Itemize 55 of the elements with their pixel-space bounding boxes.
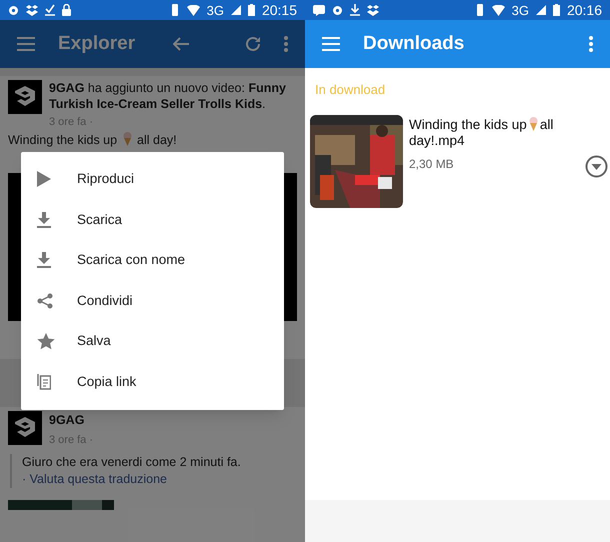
vibrate-icon <box>170 4 180 16</box>
battery-icon <box>248 4 255 16</box>
wifi-icon <box>492 4 505 16</box>
play-icon <box>37 171 51 188</box>
check-icon <box>45 4 55 16</box>
post-text: Giuro che era venerdi come 2 minuti fa. <box>22 454 242 472</box>
share-icon <box>37 292 53 309</box>
menu-item[interactable]: Copia link <box>21 362 284 402</box>
menu-item[interactable]: Condividi <box>21 280 284 321</box>
menu-icon <box>322 37 340 51</box>
box-icon <box>367 4 379 16</box>
box-icon <box>26 4 38 16</box>
section-header: In download <box>315 82 386 97</box>
refresh-button[interactable] <box>245 36 261 52</box>
logo-icon <box>15 86 35 108</box>
logo-icon <box>15 417 35 439</box>
menu-item[interactable]: Scarica <box>21 200 284 240</box>
gear-icon <box>332 4 343 16</box>
network-label: 3G <box>206 4 224 16</box>
ice-cream-icon <box>528 117 538 131</box>
signal-icon <box>230 5 241 15</box>
app-title: Explorer <box>58 32 136 56</box>
app-title: Downloads <box>363 32 466 56</box>
network-label: 3G <box>512 4 529 16</box>
file-name: Winding the kids up all day!.mp4 <box>409 117 554 149</box>
download-icon <box>37 252 51 268</box>
gear-icon <box>8 4 19 16</box>
menu-item[interactable]: Salva <box>21 321 284 362</box>
wifi-icon <box>186 4 200 16</box>
file-size: 2,30 MB <box>409 156 455 173</box>
menu-item[interactable]: Riproduci <box>21 159 284 200</box>
lock-icon <box>62 4 71 16</box>
star-icon <box>37 332 55 350</box>
download-icon <box>37 212 51 228</box>
ice-cream-icon <box>122 132 132 146</box>
menu-item[interactable]: Scarica con nome <box>21 240 284 280</box>
battery-icon <box>552 4 560 16</box>
more-icon <box>589 36 593 52</box>
clock: 20:15 <box>262 3 297 17</box>
post-caption: Winding the kids up all day! <box>8 132 178 148</box>
chat-icon <box>313 4 325 16</box>
back-button[interactable] <box>173 37 189 51</box>
caret-icon <box>585 155 608 178</box>
copy-icon <box>37 373 51 390</box>
clock: 20:16 <box>566 3 602 17</box>
back-arrow-icon <box>173 37 189 51</box>
signal-icon <box>536 5 546 15</box>
expand-button[interactable] <box>585 155 608 178</box>
vibrate-icon <box>474 4 485 16</box>
more-icon <box>284 36 288 52</box>
download-icon <box>350 4 360 16</box>
post-author: 9GAG <box>49 412 86 429</box>
post-headline: 9GAG ha aggiunto un nuovo video: Funny Turkish Ice-Cream Seller Trolls Kids. <box>49 80 287 112</box>
menu-icon <box>17 37 35 51</box>
refresh-icon <box>245 36 261 52</box>
